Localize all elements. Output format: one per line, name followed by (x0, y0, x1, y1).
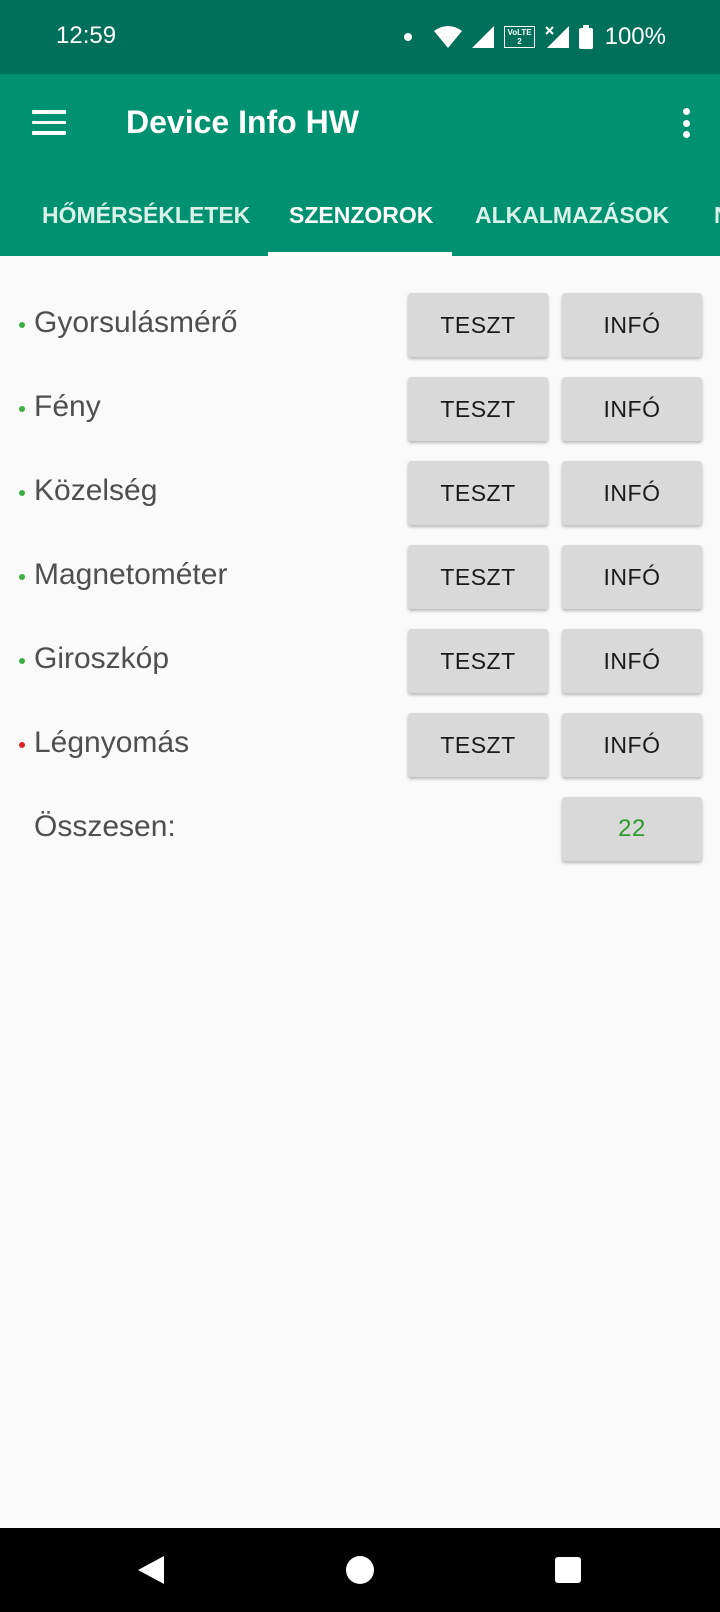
status-bullet (19, 574, 25, 580)
status-bullet (19, 322, 25, 328)
status-icons: VoLTE 2 100% (404, 20, 666, 54)
sensor-label: Fény (34, 390, 101, 423)
volte-icon: VoLTE 2 (504, 26, 535, 48)
sensor-label: Légnyomás (34, 726, 190, 759)
battery-percentage: 100% (604, 23, 666, 50)
sensor-row: Giroszkóp TESZT INFÓ (0, 629, 720, 695)
info-button[interactable]: INFÓ (562, 293, 702, 357)
sensor-label: Magnetométer (34, 558, 228, 591)
notification-dot-icon (404, 33, 413, 41)
status-time: 12:59 (56, 22, 117, 49)
total-label: Összesen: (34, 810, 176, 843)
status-bullet (19, 658, 25, 664)
volte-label: VoLTE (507, 28, 532, 37)
sensor-row: Magnetométer TESZT INFÓ (0, 545, 720, 611)
total-count-button[interactable]: 22 (562, 797, 702, 861)
status-bullet (19, 406, 25, 412)
hamburger-menu-icon[interactable] (32, 110, 66, 136)
test-button[interactable]: TESZT (408, 545, 548, 609)
tab-temperatures[interactable]: HŐMÉRSÉKLETEK (42, 174, 250, 256)
total-row: Összesen: 22 (0, 797, 720, 863)
tab-bar: HŐMÉRSÉKLETEK SZENZOROK ALKALMAZÁSOK N (0, 174, 720, 256)
test-button[interactable]: TESZT (408, 629, 548, 693)
volte-sub: 2 (517, 37, 522, 46)
sensor-label: Giroszkóp (34, 642, 170, 675)
status-bullet (19, 742, 25, 748)
sensor-label: Közelség (34, 474, 158, 507)
home-icon[interactable] (346, 1556, 374, 1584)
sensor-row: Gyorsulásmérő TESZT INFÓ (0, 293, 720, 359)
info-button[interactable]: INFÓ (562, 461, 702, 525)
test-button[interactable]: TESZT (408, 461, 548, 525)
battery-icon (578, 25, 593, 49)
navigation-bar (0, 1528, 720, 1612)
active-tab-indicator (268, 252, 452, 256)
sensor-row: Fény TESZT INFÓ (0, 377, 720, 443)
test-button[interactable]: TESZT (408, 293, 548, 357)
app-title: Device Info HW (126, 104, 359, 140)
info-button[interactable]: INFÓ (562, 545, 702, 609)
app-bar: Device Info HW (0, 74, 720, 174)
signal-no-service-icon (544, 26, 569, 48)
info-button[interactable]: INFÓ (562, 377, 702, 441)
test-button[interactable]: TESZT (408, 377, 548, 441)
info-button[interactable]: INFÓ (562, 629, 702, 693)
signal-icon (472, 26, 495, 48)
tab-applications[interactable]: ALKALMAZÁSOK (475, 174, 669, 256)
back-icon[interactable] (138, 1556, 164, 1584)
more-options-icon[interactable] (680, 108, 692, 138)
info-button[interactable]: INFÓ (562, 713, 702, 777)
recent-apps-icon[interactable] (555, 1557, 581, 1583)
tab-next[interactable]: N (714, 174, 720, 256)
test-button[interactable]: TESZT (408, 713, 548, 777)
sensor-label: Gyorsulásmérő (34, 306, 238, 339)
tab-sensors[interactable]: SZENZOROK (289, 174, 433, 256)
status-bullet (19, 490, 25, 496)
sensor-row: Közelség TESZT INFÓ (0, 461, 720, 527)
sensor-row: Légnyomás TESZT INFÓ (0, 713, 720, 779)
wifi-icon (434, 26, 463, 48)
status-bar: 12:59 VoLTE 2 100% (0, 0, 720, 74)
